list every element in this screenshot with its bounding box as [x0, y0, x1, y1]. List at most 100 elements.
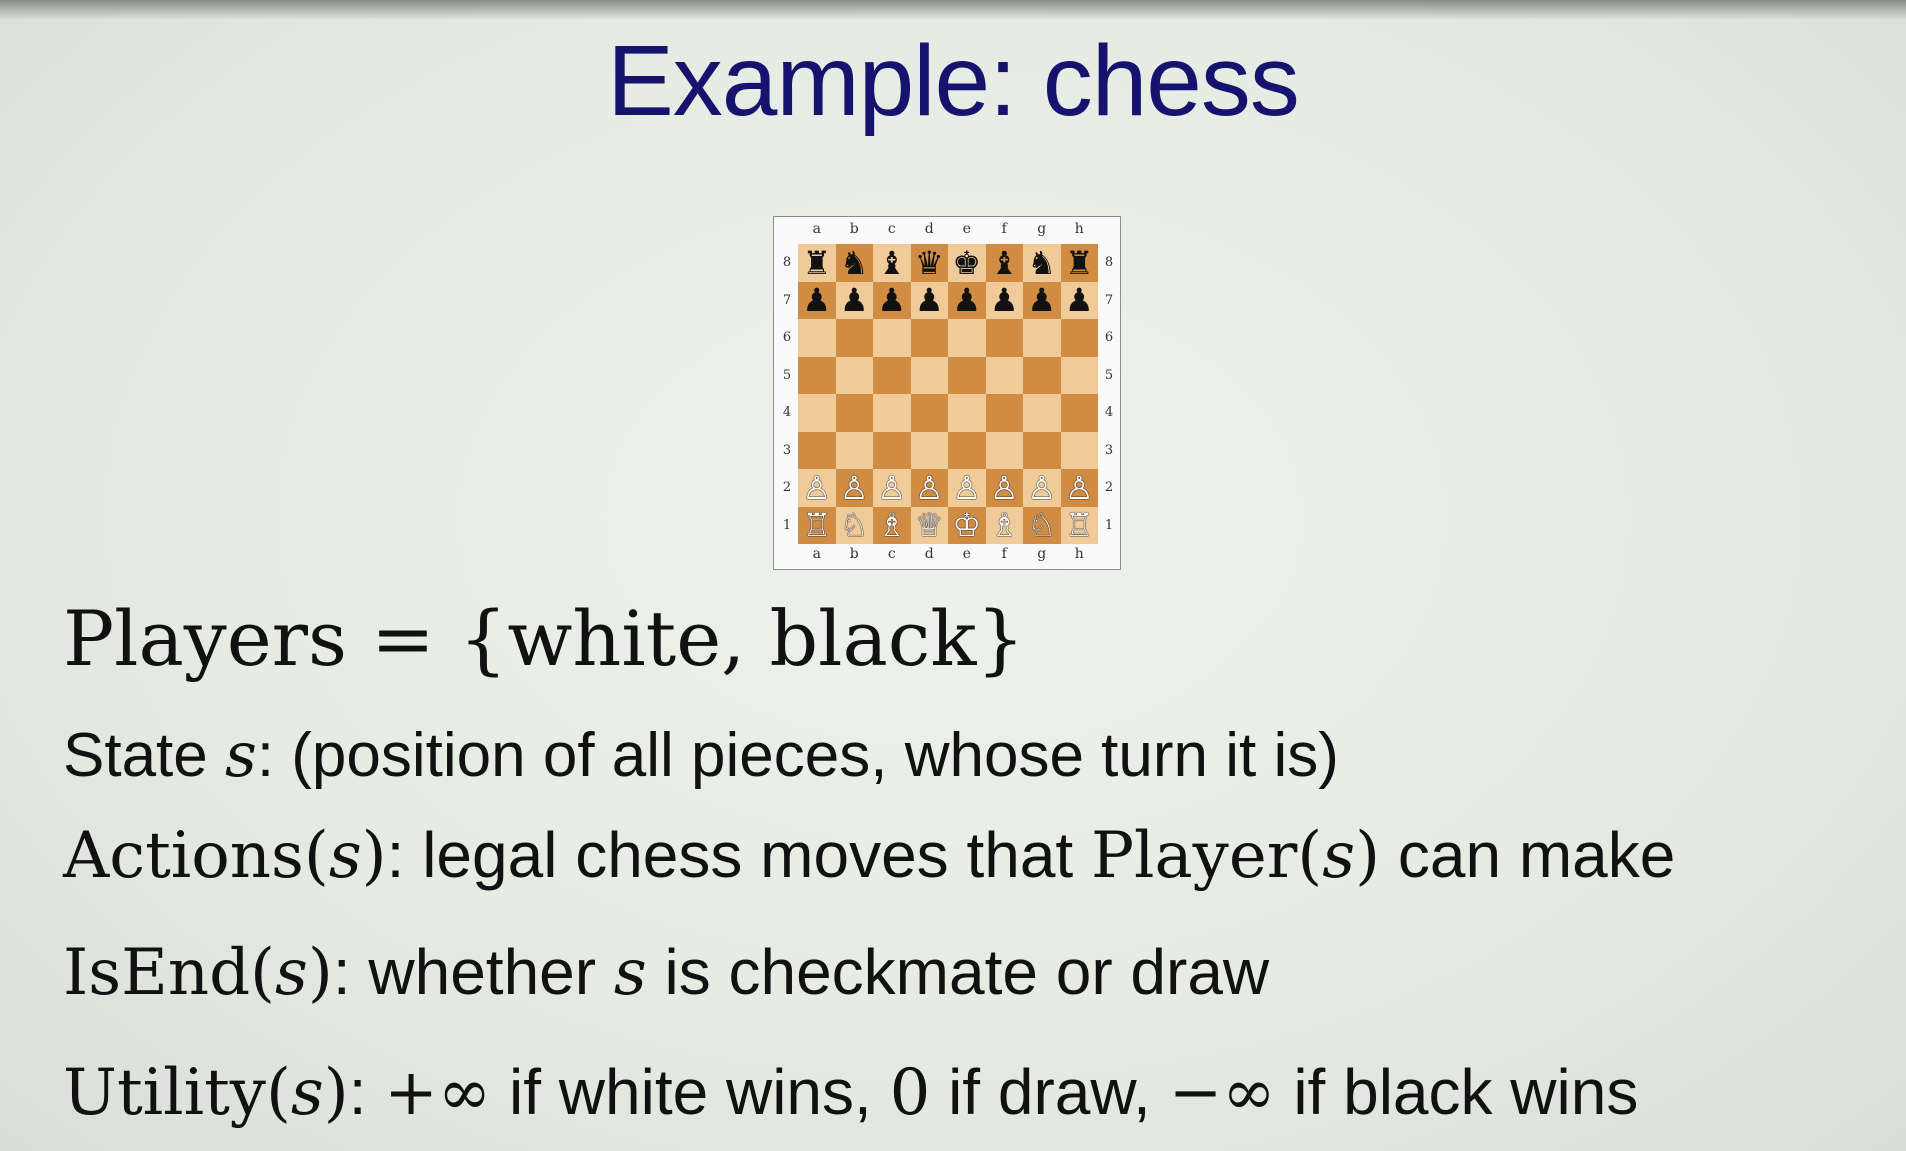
board-square-e6 — [948, 319, 986, 357]
board-square-a2: ♙ — [798, 469, 836, 507]
rank-label: 4 — [1104, 405, 1114, 421]
actions-desc-end: can make — [1380, 819, 1676, 891]
utility-zero: 0 — [889, 1056, 931, 1130]
board-square-d5 — [910, 356, 948, 394]
utility-var: s — [290, 1056, 324, 1130]
chess-piece-icon: ♜ — [1064, 243, 1094, 282]
chess-piece-icon: ♝ — [877, 243, 907, 282]
actions-fn: Actions — [63, 819, 304, 893]
board-square-c5 — [873, 356, 911, 394]
chess-piece-icon: ♗ — [877, 506, 907, 545]
chess-piece-icon: ♜ — [802, 243, 832, 282]
state-var: s — [225, 718, 257, 791]
rank-label: 1 — [782, 517, 792, 533]
players-equals: = — [347, 594, 459, 683]
board-square-h8: ♜ — [1060, 243, 1098, 282]
board-square-b5 — [835, 356, 873, 394]
chess-piece-icon: ♙ — [839, 468, 869, 507]
file-label: c — [887, 221, 896, 237]
file-label: e — [962, 546, 971, 562]
chess-piece-icon: ♙ — [802, 468, 832, 507]
board-square-c3 — [873, 431, 911, 469]
chess-piece-icon: ♟ — [989, 281, 1019, 320]
chess-piece-icon: ♟ — [1027, 281, 1057, 320]
board-square-a4 — [798, 394, 836, 432]
board-square-e2: ♙ — [948, 469, 986, 507]
file-label: g — [1037, 546, 1047, 562]
board-square-h1: ♖ — [1060, 506, 1098, 545]
board-square-b4 — [835, 394, 873, 432]
player-var: s — [1322, 819, 1356, 893]
board-square-a5 — [798, 356, 836, 394]
players-line: Players = {white, black} — [63, 594, 1025, 683]
board-square-c2: ♙ — [873, 469, 911, 507]
file-label: b — [849, 221, 859, 237]
isend-var2: s — [613, 936, 647, 1010]
isend-desc-end: is checkmate or draw — [646, 936, 1270, 1008]
chess-piece-icon: ♖ — [1064, 506, 1094, 545]
board-square-e8: ♚ — [948, 244, 986, 282]
file-label: a — [812, 546, 821, 562]
chess-piece-icon: ♚ — [952, 243, 982, 282]
board-square-h3 — [1060, 431, 1098, 469]
board-square-d2: ♙ — [910, 469, 948, 507]
board-square-c8: ♝ — [873, 244, 911, 282]
utility-open-paren: ( — [265, 1056, 291, 1130]
actions-desc: : legal chess moves that — [386, 819, 1091, 891]
board-square-b3 — [835, 431, 873, 469]
chess-board-grid: ♜ ♞ ♝ ♛ ♚ ♝ ♞ ♜ ♟ ♟ ♟ ♟ ♟ ♟ ♟ ♟ ♙ ♙ ♙ ♙ ♙ ♙ ♙ ♙ ♖ ♘ ♗ ♕ ♔ ♗ ♘ ♖ — [798, 244, 1098, 544]
rank-label: 2 — [782, 480, 792, 496]
actions-close-paren: ) — [361, 819, 387, 893]
isend-line: IsEnd(s): whether s is checkmate or draw — [63, 935, 1269, 1010]
board-square-b8: ♞ — [835, 244, 873, 282]
chess-piece-icon: ♕ — [914, 506, 944, 545]
actions-var: s — [328, 819, 362, 893]
chess-piece-icon: ♟ — [914, 281, 944, 320]
file-label: e — [962, 221, 971, 237]
utility-white-wins: if white wins, — [491, 1056, 890, 1128]
chess-piece-icon: ♟ — [802, 281, 832, 320]
board-square-b2: ♙ — [835, 468, 873, 507]
chess-piece-icon: ♖ — [802, 506, 832, 545]
utility-line: Utility(s): +∞ if white wins, 0 if draw,… — [63, 1055, 1638, 1130]
chess-piece-icon: ♟ — [839, 281, 869, 320]
chess-piece-icon: ♙ — [989, 468, 1019, 507]
board-square-b1: ♘ — [835, 506, 873, 544]
rank-label: 3 — [1104, 442, 1114, 458]
isend-open-paren: ( — [250, 936, 275, 1010]
board-square-h4 — [1060, 394, 1098, 432]
chess-piece-icon: ♞ — [1027, 243, 1057, 282]
utility-fn: Utility — [63, 1056, 266, 1130]
board-square-c7: ♟ — [873, 281, 911, 319]
board-square-e3 — [948, 431, 986, 469]
board-square-e7: ♟ — [948, 281, 986, 320]
file-label: h — [1074, 546, 1084, 562]
board-square-f8: ♝ — [985, 244, 1023, 282]
rank-label: 6 — [1104, 330, 1114, 346]
board-square-g3 — [1023, 431, 1061, 469]
board-square-g8: ♞ — [1023, 244, 1061, 282]
board-square-b7: ♟ — [835, 281, 873, 320]
rank-label: 5 — [1104, 367, 1114, 383]
neg-infinity: −∞ — [1168, 1056, 1276, 1130]
utility-draw: if draw, — [930, 1056, 1169, 1128]
chess-piece-icon: ♗ — [989, 506, 1019, 545]
board-square-a7: ♟ — [798, 281, 836, 320]
rank-label: 6 — [782, 330, 792, 346]
chess-piece-icon: ♟ — [1064, 281, 1094, 320]
board-square-f4 — [985, 394, 1023, 432]
chess-piece-icon: ♔ — [952, 506, 982, 545]
board-square-g2: ♙ — [1023, 469, 1061, 507]
rank-label: 4 — [782, 405, 792, 421]
rank-labels-left: 8 7 6 5 4 3 2 1 — [779, 244, 795, 544]
board-square-e4 — [948, 394, 986, 432]
rank-label: 3 — [782, 442, 792, 458]
rank-label: 8 — [782, 255, 792, 271]
utility-black-wins: if black wins — [1275, 1056, 1639, 1128]
chess-piece-icon: ♘ — [1027, 506, 1057, 545]
board-square-g7: ♟ — [1023, 281, 1061, 320]
chess-piece-icon: ♟ — [952, 281, 982, 320]
isend-fn: IsEnd — [63, 936, 251, 1010]
board-square-d3 — [910, 431, 948, 469]
board-square-c4 — [873, 394, 911, 432]
